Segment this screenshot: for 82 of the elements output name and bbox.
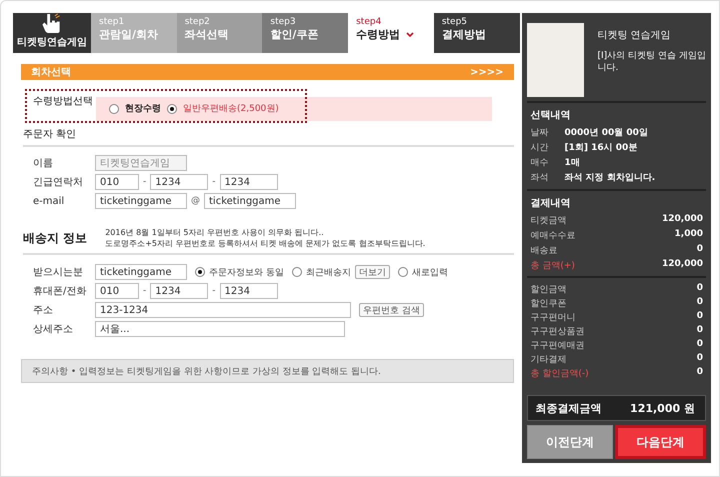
summary-value: [1회] 16시 00분 <box>564 142 638 154</box>
field-label: e-mail <box>33 196 66 206</box>
phone-field[interactable]: 010 <box>95 174 139 190</box>
amount-text: 0 <box>696 311 703 323</box>
summary-label: 배송료 <box>530 245 558 257</box>
summary-value: 0000년 00월 00일 <box>564 127 649 139</box>
field-label: 긴급연락처 <box>33 176 84 189</box>
summary-label: 구구편예매권 <box>530 340 585 352</box>
phone-field[interactable]: 1234 <box>150 283 208 299</box>
summary-label: 좌석 <box>530 172 550 184</box>
final-total-amount: 121,000 원 <box>630 400 695 416</box>
notice-text: 도로명주소+5자리 우편번호로 등록하셔서 티켓 배송에 문제가 없도록 협조부탁드립니다. <box>105 238 426 249</box>
amount-text: 0 <box>696 367 703 379</box>
phone-field[interactable]: 1234 <box>220 283 278 299</box>
summary-label: 할인쿠폰 <box>530 298 567 310</box>
logo-text: 티켓팅연습게임 <box>17 36 87 49</box>
summary-label: 시간 <box>530 142 550 154</box>
radio-button[interactable] <box>292 267 302 277</box>
notice-text: 주의사항 • 입력정보는 티켓팅게임을 위한 사항이므로 가상의 정보를 입력해도 됩니다. <box>21 359 514 383</box>
step-tab[interactable]: step3 할인/쿠폰 <box>262 13 348 53</box>
summary-label: 티켓금액 <box>530 215 567 227</box>
option-label: 주문자정보와 동일 <box>209 266 284 278</box>
summary-label: 매수 <box>530 157 550 169</box>
product-title: 티켓팅 연습게임 <box>598 29 672 42</box>
recipient-field[interactable]: ticketinggame <box>95 264 187 280</box>
address-detail-field[interactable]: 서울... <box>95 321 345 337</box>
field-label: 이름 <box>33 157 54 170</box>
dash-separator: - <box>212 286 216 296</box>
section-heading: 결제내역 <box>530 197 572 210</box>
phone-field[interactable]: 1234 <box>220 174 278 190</box>
option-label: 일반우편배송(2,500원) <box>183 103 279 115</box>
amount-text: 0 <box>696 297 703 309</box>
option-label: 현장수령 <box>125 103 161 115</box>
step-tab[interactable]: step5 결제방법 <box>434 13 520 53</box>
amount-text: 0 <box>696 283 703 295</box>
address-field[interactable]: 123-1234 <box>95 302 351 318</box>
summary-label: 구구편머니 <box>530 312 576 324</box>
radio-button[interactable] <box>398 267 408 277</box>
notice-text: 2016년 8월 1일부터 5자리 우편번호 사용이 의무화 됩니다.. <box>105 227 325 238</box>
field-label: 상세주소 <box>33 323 74 336</box>
section-heading: 배송지 정보 <box>23 230 88 246</box>
summary-value: 좌석 지정 회차입니다. <box>564 172 656 184</box>
summary-value: 1매 <box>564 157 581 169</box>
postcode-search-button[interactable]: 우편번호 검색 <box>359 303 424 317</box>
dash-separator: - <box>143 177 146 187</box>
chevron-down-icon <box>406 32 414 38</box>
phone-field[interactable]: 1234 <box>150 174 208 190</box>
amount-text: 1,000 <box>674 229 703 241</box>
field-label: 주소 <box>33 304 54 317</box>
summary-label: 날짜 <box>530 127 550 139</box>
final-total-label: 최종결제금액 <box>536 400 602 416</box>
section-title: 회차선택 <box>31 66 71 79</box>
phone-field[interactable]: 010 <box>95 283 139 299</box>
radio-button[interactable] <box>195 267 205 277</box>
next-step-button[interactable]: 다음단계 <box>615 425 706 459</box>
summary-label: 기타결제 <box>530 354 567 366</box>
summary-label: 할인금액 <box>530 284 567 296</box>
summary-label: 총 금액(+) <box>530 260 575 272</box>
summary-label: 구구편상품권 <box>530 326 585 338</box>
amount-text: 0 <box>696 325 703 337</box>
more-button[interactable]: 더보기 <box>354 265 390 279</box>
amount-text: 0 <box>696 339 703 351</box>
option-label: 최근배송지 <box>306 266 351 278</box>
product-description: [I]사의 티켓팅 연습 게임입니다. <box>598 50 706 74</box>
section-heading: 선택내역 <box>530 109 572 122</box>
amount-text: 120,000 <box>662 214 703 226</box>
option-label: 새로입력 <box>412 266 448 278</box>
field-label: 휴대폰/전화 <box>33 285 88 298</box>
dash-separator: - <box>212 177 216 187</box>
amount-text: 120,000 <box>662 259 703 271</box>
at-sign: @ <box>191 196 200 206</box>
email-field[interactable]: ticketinggame <box>204 193 296 209</box>
field-label: 받으시는분 <box>33 266 84 279</box>
amount-text: 0 <box>696 244 703 256</box>
amount-text: 0 <box>696 353 703 365</box>
summary-label: 총 할인금액(-) <box>530 368 589 380</box>
section-heading: 주문자 확인 <box>23 128 76 141</box>
dash-separator: - <box>143 286 146 296</box>
arrows-text: >>>> <box>470 66 504 78</box>
email-field[interactable]: ticketinggame <box>95 193 187 209</box>
field-label: 수령방법선택 <box>33 95 93 108</box>
summary-label: 예매수수료 <box>530 230 576 242</box>
